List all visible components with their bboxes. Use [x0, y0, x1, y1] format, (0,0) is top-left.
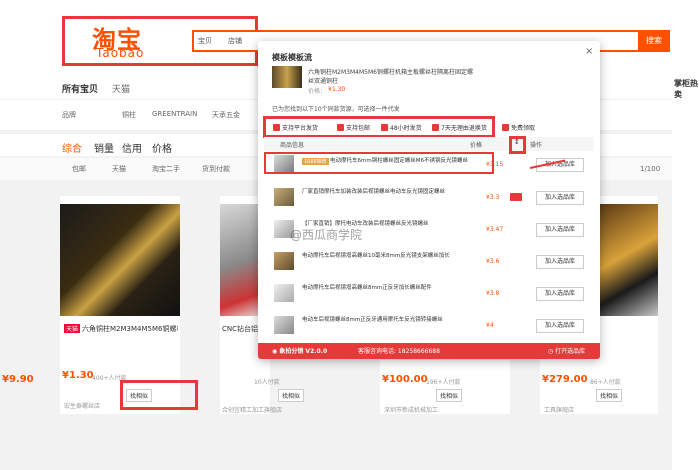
sort-arrow-icon[interactable]: ↕	[514, 138, 520, 146]
search-type-item[interactable]: 宝贝	[198, 36, 212, 46]
source-row: 厂家直销摩托车加装改装后视镜螺丝电动车反光镜固定螺丝 ¥3.3 加入选品库	[264, 186, 594, 210]
row-image[interactable]	[274, 284, 294, 302]
checkbox-icon[interactable]	[502, 124, 509, 131]
tab-all-items[interactable]: 所有宝贝	[62, 82, 98, 95]
row-title[interactable]: 厂家直销摩托车加装改装后视镜螺丝电动车反光镜固定螺丝	[302, 188, 472, 196]
row-title[interactable]: 电动车后视镜螺丝8mm正反牙通用摩托车反光镜转接螺丝	[302, 316, 472, 324]
product-price: ¥1.30	[62, 370, 94, 381]
find-similar-button[interactable]: 找相似	[278, 389, 305, 402]
sort-price[interactable]: 价格	[152, 140, 172, 155]
add-to-library-button[interactable]: 加入选品库	[536, 255, 584, 269]
product-image[interactable]	[60, 204, 180, 316]
search-type-shop[interactable]: 店铺	[228, 36, 242, 46]
filter-brand[interactable]: 天承五金	[212, 110, 240, 120]
sort-sales[interactable]: 销量	[94, 140, 114, 155]
option-label: 支持平台发货	[282, 125, 319, 132]
source-row: 电动摩托车后视镜增高螺丝10毫米8mm反光镜支架螺丝加长 ¥3.6 加入选品库	[264, 250, 594, 274]
add-to-library-button[interactable]: 加入选品库	[536, 287, 584, 301]
product-price: ¥9.90	[2, 374, 34, 385]
column-price[interactable]: 价格	[470, 140, 482, 149]
option-48h[interactable]: 48小时发货	[381, 123, 422, 132]
source-row: 电动车后视镜螺丝8mm正反牙通用摩托车反光镜转接螺丝 ¥4 加入选品库	[264, 314, 594, 338]
close-icon[interactable]: ×	[585, 46, 593, 57]
option-label: 免费领取	[511, 125, 536, 132]
shop-name[interactable]: 工具旗舰店	[544, 405, 574, 414]
find-similar-button[interactable]: 找相似	[596, 389, 623, 402]
product-sales: 196+人付款	[426, 379, 461, 386]
search-button[interactable]: 搜索	[638, 30, 670, 52]
dialog-tip: 已为您找到以下10个同款货源，可选择一件代发	[272, 106, 400, 113]
row-price: ¥3.8	[486, 290, 500, 297]
sort-credit[interactable]: 信用	[122, 140, 142, 155]
page-indicator: 1/100	[640, 165, 661, 173]
dialog-title: 模板模板流	[272, 53, 312, 62]
checkbox-icon[interactable]	[432, 124, 439, 131]
tmall-badge: 天猫	[64, 324, 81, 333]
filter-tmall[interactable]: 天猫	[112, 164, 126, 174]
open-library-button[interactable]: ◷ 打开选品库	[548, 346, 585, 355]
find-similar-button[interactable]: 找相似	[436, 389, 463, 402]
option-label: 48小时发货	[390, 125, 422, 132]
button-highlight-box	[120, 380, 198, 410]
filter-cod[interactable]: 货到付款	[202, 164, 230, 174]
option-label: 7天无理由退换货	[441, 125, 487, 132]
row-title[interactable]: 电动摩托车后视镜增高螺丝8mm正反牙加长螺丝配件	[302, 284, 472, 292]
shop-name[interactable]: 宏生泰螺丝店	[64, 401, 100, 410]
right-sidebar	[672, 70, 700, 470]
shop-name[interactable]: 深圳市新成机械加工	[384, 405, 438, 414]
add-to-library-button[interactable]: 加入选品库	[536, 223, 584, 237]
option-label: 支持包邮	[346, 125, 371, 132]
row-price: ¥3.47	[486, 226, 504, 233]
option-platform-shipping[interactable]: 支持平台发货	[273, 123, 318, 132]
filter-label: 品牌	[62, 111, 76, 119]
footer-contact: 客服咨询电话: 18258666688	[358, 348, 440, 355]
product-image[interactable]	[600, 204, 658, 316]
column-action: 操作	[530, 142, 543, 149]
product-thumbnail	[272, 66, 302, 88]
shop-name[interactable]: 合创宜精工加工旗舰店	[222, 405, 282, 414]
row-image[interactable]	[274, 316, 294, 334]
row-price: ¥3.6	[486, 258, 500, 265]
watermark-text: @西瓜商学院	[290, 228, 363, 242]
checkbox-icon[interactable]	[337, 124, 344, 131]
filter-brand[interactable]: GREENTRAIN	[152, 110, 197, 118]
price-badge	[510, 193, 522, 201]
dialog-price-label: 价格：	[308, 88, 327, 95]
dialog-price-value: ¥1.30	[328, 86, 346, 93]
row-image[interactable]	[274, 188, 294, 206]
sidebar-title: 掌柜热卖	[674, 79, 698, 99]
add-to-library-button[interactable]: 加入选品库	[536, 191, 584, 205]
filter-brand[interactable]: 铜柱	[122, 110, 136, 120]
product-title[interactable]: 六角铜柱M2M3M4M5M6铜螺柱机箱主板螺丝	[82, 324, 178, 334]
filter-free-shipping[interactable]: 包邮	[72, 164, 86, 174]
product-price: ¥100.00	[382, 374, 428, 385]
checkbox-icon[interactable]	[381, 124, 388, 131]
add-to-library-button[interactable]: 加入选品库	[536, 319, 584, 333]
product-sales: 10人付款	[254, 379, 280, 386]
row-price: ¥4	[486, 322, 494, 329]
row-price: ¥3.3	[486, 194, 500, 201]
footer-brand: ◉ 象拍分销 V2.0.0	[272, 348, 328, 355]
tab-tmall[interactable]: 天猫	[112, 82, 130, 95]
checkbox-icon[interactable]	[273, 124, 280, 131]
column-info: 商品信息	[280, 142, 305, 149]
filter-second-hand[interactable]: 淘宝二手	[152, 164, 180, 174]
sort-default[interactable]: 综合	[62, 140, 82, 155]
option-7day-return[interactable]: 7天无理由退换货	[432, 123, 487, 132]
product-card[interactable]: ¥100.00 196+人付款 深圳市新成机械加工	[380, 360, 510, 414]
product-price: ¥279.00	[542, 374, 588, 385]
row-title[interactable]: 电动摩托车后视镜增高螺丝10毫米8mm反光镜支架螺丝加长	[302, 252, 472, 260]
option-free-claim[interactable]: 免费领取	[502, 123, 535, 132]
option-free-shipping[interactable]: 支持包邮	[337, 123, 370, 132]
row-highlight-box	[264, 152, 494, 174]
table-header	[264, 137, 594, 151]
row-image[interactable]	[274, 252, 294, 270]
source-row: 电动摩托车后视镜增高螺丝8mm正反牙加长螺丝配件 ¥3.8 加入选品库	[264, 282, 594, 306]
dialog-product-name: 六角铜柱M2M3M4M5M6铜螺柱机箱主板螺丝柱隔离柱固定螺丝双通铜柱	[308, 69, 473, 85]
product-sales: 86+人付款	[590, 379, 621, 386]
